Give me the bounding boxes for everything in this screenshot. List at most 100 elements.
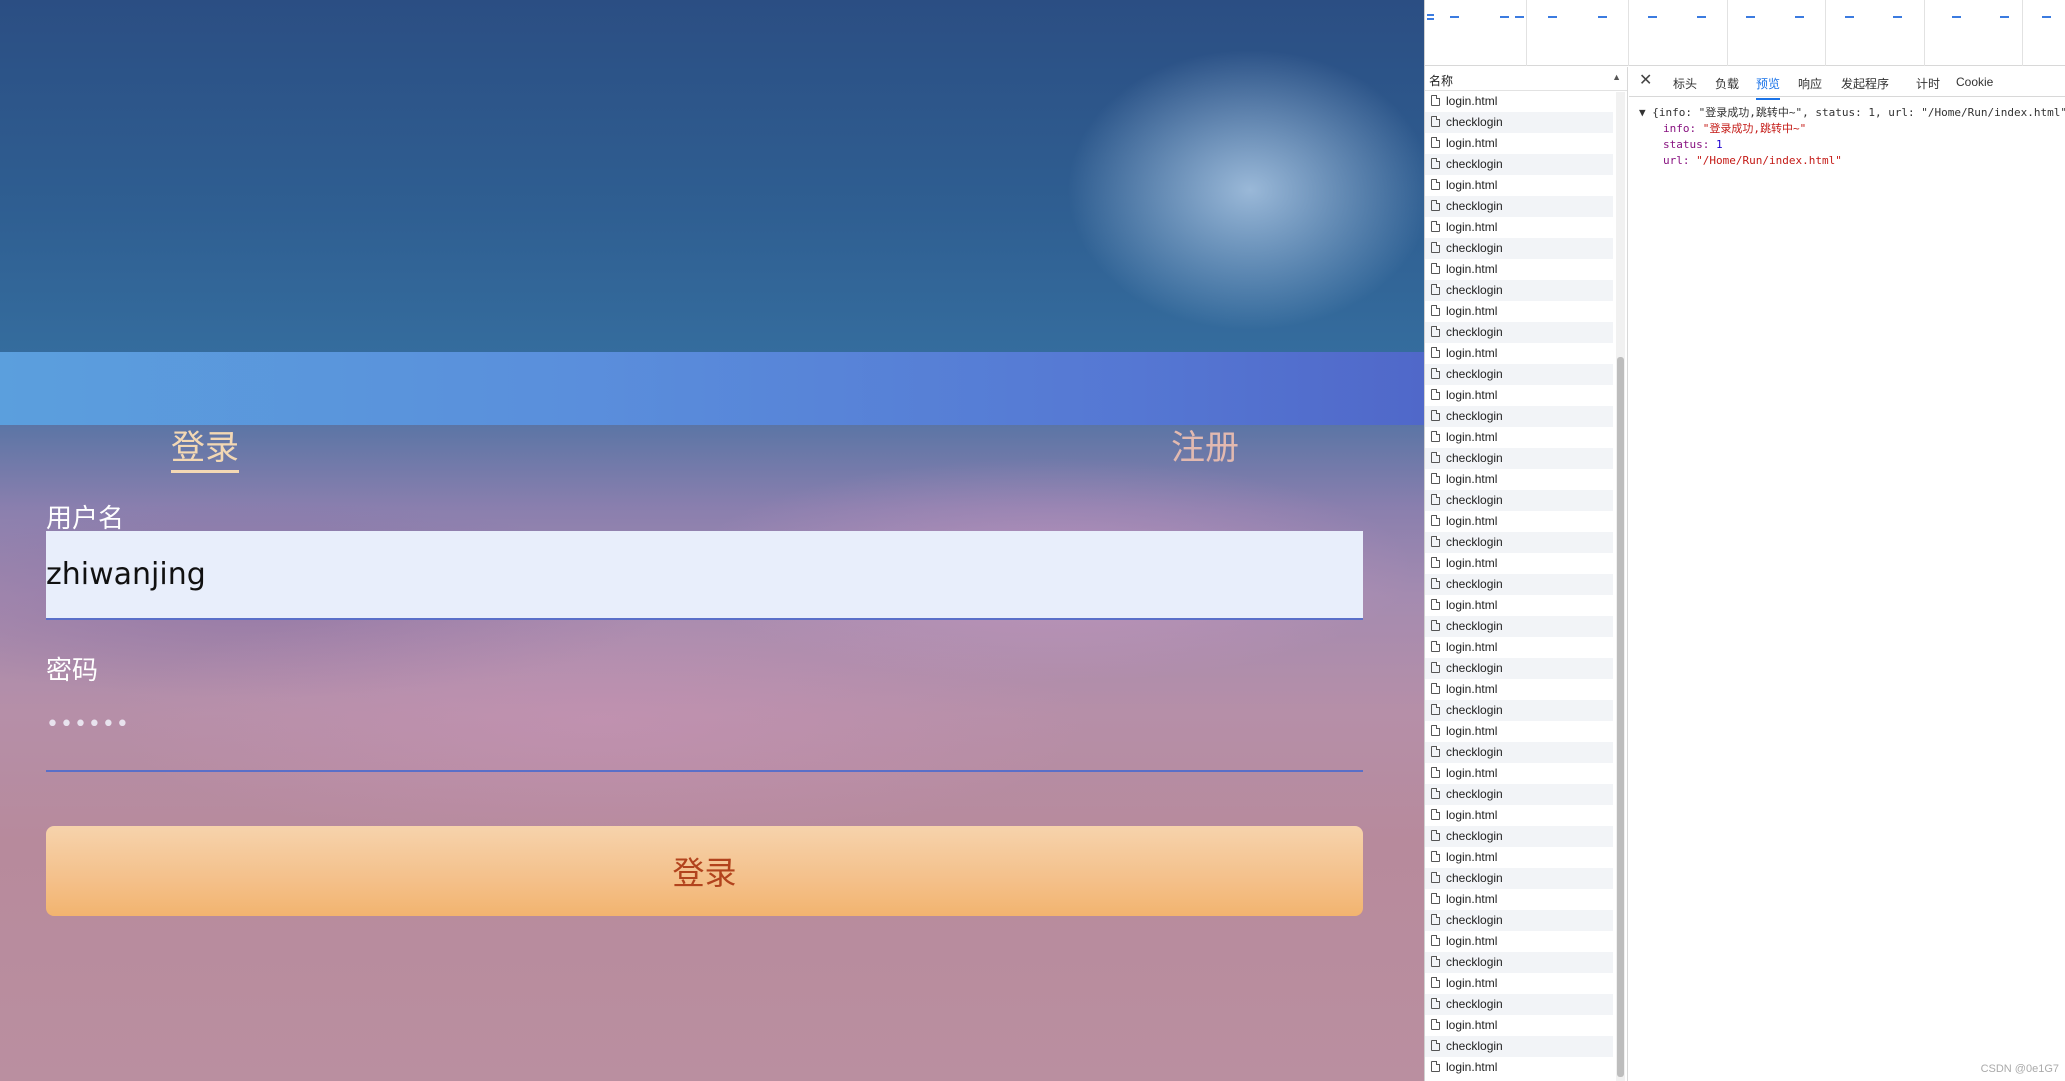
username-input[interactable] bbox=[46, 531, 1363, 620]
request-name: login.html bbox=[1446, 682, 1498, 696]
request-row[interactable]: login.html bbox=[1425, 889, 1613, 910]
network-timeline[interactable] bbox=[1425, 0, 2065, 66]
request-row[interactable]: checklogin bbox=[1425, 700, 1613, 721]
login-submit-button[interactable]: 登录 bbox=[46, 826, 1363, 916]
request-row[interactable]: login.html bbox=[1425, 343, 1613, 364]
timeline-gridline bbox=[1825, 0, 1826, 66]
document-icon bbox=[1431, 284, 1440, 295]
request-row[interactable]: checklogin bbox=[1425, 910, 1613, 931]
request-row[interactable]: checklogin bbox=[1425, 826, 1613, 847]
request-row[interactable]: login.html bbox=[1425, 1057, 1613, 1078]
document-icon bbox=[1431, 515, 1440, 526]
request-row[interactable]: checklogin bbox=[1425, 112, 1613, 133]
request-name: checklogin bbox=[1446, 871, 1503, 885]
request-name: login.html bbox=[1446, 640, 1498, 654]
request-row[interactable]: checklogin bbox=[1425, 994, 1613, 1015]
request-row[interactable]: checklogin bbox=[1425, 280, 1613, 301]
request-row[interactable]: checklogin bbox=[1425, 238, 1613, 259]
request-row[interactable]: checklogin bbox=[1425, 658, 1613, 679]
request-row[interactable]: login.html bbox=[1425, 301, 1613, 322]
request-row[interactable]: checklogin bbox=[1425, 952, 1613, 973]
request-row[interactable]: login.html bbox=[1425, 847, 1613, 868]
request-row[interactable]: login.html bbox=[1425, 511, 1613, 532]
expand-triangle-icon[interactable]: ▼ bbox=[1639, 106, 1646, 119]
tab-login[interactable]: 登录 bbox=[171, 426, 239, 473]
password-input[interactable] bbox=[46, 686, 1363, 772]
request-row[interactable]: login.html bbox=[1425, 553, 1613, 574]
request-row[interactable]: login.html bbox=[1425, 133, 1613, 154]
request-row[interactable]: checklogin bbox=[1425, 406, 1613, 427]
request-name: login.html bbox=[1446, 850, 1498, 864]
request-row[interactable]: login.html bbox=[1425, 427, 1613, 448]
request-row[interactable]: login.html bbox=[1425, 469, 1613, 490]
document-icon bbox=[1431, 536, 1440, 547]
request-row[interactable]: checklogin bbox=[1425, 742, 1613, 763]
timeline-mark bbox=[1427, 14, 1434, 16]
document-icon bbox=[1431, 746, 1440, 757]
request-row[interactable]: login.html bbox=[1425, 595, 1613, 616]
document-icon bbox=[1431, 1019, 1440, 1030]
timeline-mark bbox=[1795, 16, 1804, 18]
document-icon bbox=[1431, 494, 1440, 505]
request-list: login.html checklogin login.html checklogin… bbox=[1425, 91, 1627, 1078]
request-row[interactable]: checklogin bbox=[1425, 364, 1613, 385]
request-list-scrollbar[interactable] bbox=[1616, 92, 1625, 1081]
tab-register[interactable]: 注册 bbox=[1171, 426, 1239, 470]
request-row[interactable]: checklogin bbox=[1425, 154, 1613, 175]
detail-tab[interactable]: 负载 bbox=[1715, 75, 1739, 92]
detail-tab[interactable]: Cookie bbox=[1956, 75, 1993, 89]
request-row[interactable]: login.html bbox=[1425, 637, 1613, 658]
request-row[interactable]: login.html bbox=[1425, 385, 1613, 406]
request-name: checklogin bbox=[1446, 829, 1503, 843]
document-icon bbox=[1431, 704, 1440, 715]
request-row[interactable]: login.html bbox=[1425, 763, 1613, 784]
detail-tab[interactable]: 发起程序 bbox=[1841, 75, 1889, 92]
request-row[interactable]: login.html bbox=[1425, 217, 1613, 238]
detail-tab[interactable]: 预览 bbox=[1756, 75, 1781, 100]
sort-ascending-icon[interactable]: ▲ bbox=[1612, 72, 1621, 82]
request-row[interactable]: checklogin bbox=[1425, 784, 1613, 805]
request-row[interactable]: checklogin bbox=[1425, 448, 1613, 469]
document-icon bbox=[1431, 662, 1440, 673]
request-row[interactable]: login.html bbox=[1425, 679, 1613, 700]
request-row[interactable]: login.html bbox=[1425, 931, 1613, 952]
request-row[interactable]: checklogin bbox=[1425, 196, 1613, 217]
timeline-gridline bbox=[1628, 0, 1629, 66]
request-row[interactable]: checklogin bbox=[1425, 532, 1613, 553]
detail-tab[interactable]: 响应 bbox=[1798, 75, 1822, 92]
request-row[interactable]: login.html bbox=[1425, 973, 1613, 994]
name-column-header[interactable]: 名称 ▲ bbox=[1425, 67, 1627, 91]
detail-tab[interactable]: 标头 bbox=[1673, 75, 1697, 92]
request-row[interactable]: login.html bbox=[1425, 1015, 1613, 1036]
request-row[interactable]: login.html bbox=[1425, 259, 1613, 280]
preview-json: ▼ {info: "登录成功,跳转中~", status: 1, url: "/… bbox=[1629, 97, 2065, 177]
document-icon bbox=[1431, 956, 1440, 967]
document-icon bbox=[1431, 872, 1440, 883]
request-name-panel: 名称 ▲ login.html checklogin login.html check… bbox=[1425, 67, 1628, 1081]
timeline-mark bbox=[2042, 16, 2051, 18]
request-row[interactable]: checklogin bbox=[1425, 1036, 1613, 1057]
request-row[interactable]: checklogin bbox=[1425, 868, 1613, 889]
request-name: checklogin bbox=[1446, 1039, 1503, 1053]
request-row[interactable]: login.html bbox=[1425, 175, 1613, 196]
request-row[interactable]: checklogin bbox=[1425, 322, 1613, 343]
document-icon bbox=[1431, 998, 1440, 1009]
document-icon bbox=[1431, 473, 1440, 484]
request-row[interactable]: login.html bbox=[1425, 721, 1613, 742]
request-name: checklogin bbox=[1446, 325, 1503, 339]
close-icon[interactable]: ✕ bbox=[1639, 73, 1652, 89]
detail-tab[interactable]: 计时 bbox=[1916, 75, 1940, 92]
timeline-mark bbox=[2000, 16, 2009, 18]
request-name: login.html bbox=[1446, 430, 1498, 444]
request-row[interactable]: checklogin bbox=[1425, 574, 1613, 595]
json-summary[interactable]: ▼ {info: "登录成功,跳转中~", status: 1, url: "/… bbox=[1639, 105, 2065, 121]
request-name: login.html bbox=[1446, 724, 1498, 738]
request-row[interactable]: checklogin bbox=[1425, 616, 1613, 637]
timeline-gridline bbox=[1727, 0, 1728, 66]
request-name: login.html bbox=[1446, 94, 1498, 108]
request-row[interactable]: login.html bbox=[1425, 805, 1613, 826]
request-row[interactable]: login.html bbox=[1425, 91, 1613, 112]
request-name: checklogin bbox=[1446, 535, 1503, 549]
scrollbar-thumb[interactable] bbox=[1617, 357, 1624, 1077]
request-row[interactable]: checklogin bbox=[1425, 490, 1613, 511]
